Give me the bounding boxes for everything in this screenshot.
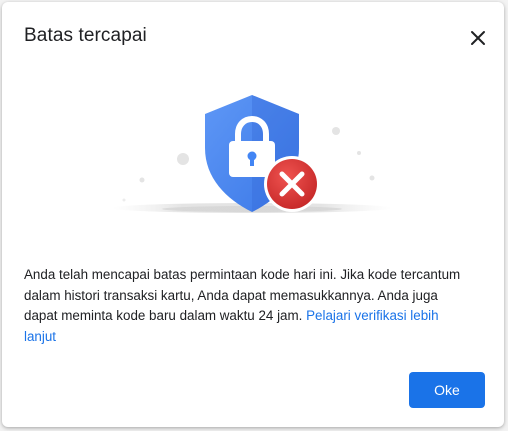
illustration bbox=[102, 90, 402, 220]
dialog-title: Batas tercapai bbox=[24, 25, 147, 46]
close-icon bbox=[471, 31, 485, 45]
dialog-message: Anda telah mencapai batas permintaan kod… bbox=[24, 265, 464, 347]
close-button[interactable] bbox=[464, 24, 492, 52]
ok-button[interactable]: Oke bbox=[409, 372, 485, 408]
limit-reached-dialog: Batas tercapai Anda telah mencapai batas… bbox=[2, 2, 504, 427]
error-x-icon bbox=[264, 156, 320, 212]
